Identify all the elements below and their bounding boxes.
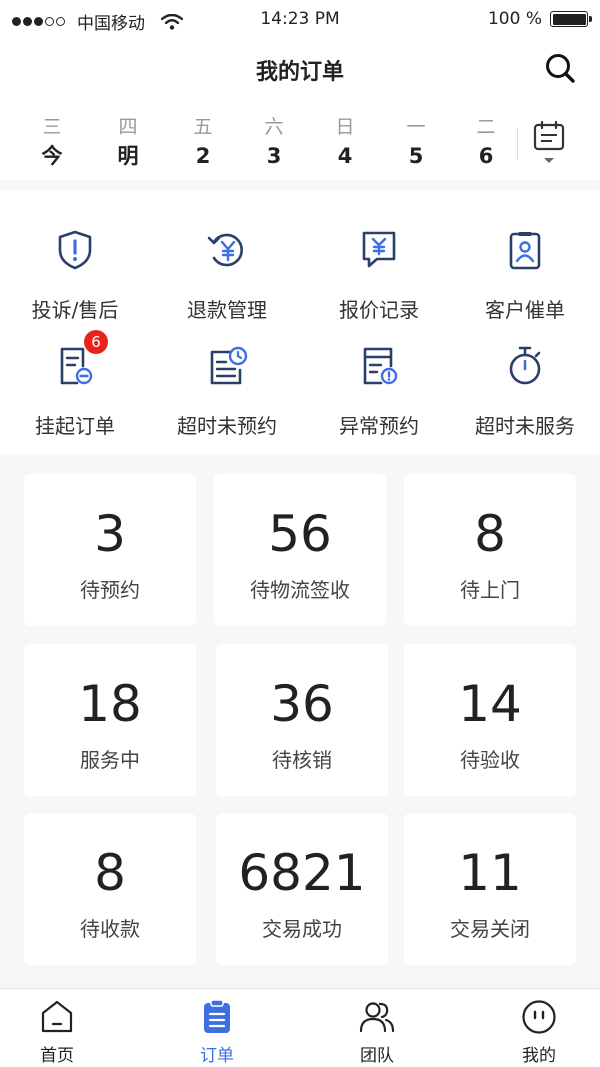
- quick-action-label: 挂起订单: [35, 414, 115, 438]
- stat-card[interactable]: 56 待物流签收: [214, 474, 386, 626]
- quick-action-suspended[interactable]: 挂起订单: [0, 328, 150, 438]
- tab-home[interactable]: 首页: [7, 989, 107, 1067]
- notification-badge: 6: [84, 330, 108, 354]
- stat-value: 36: [270, 675, 334, 733]
- stat-label: 待验收: [460, 748, 520, 772]
- calendar-icon[interactable]: [530, 120, 570, 170]
- quick-action-timeout-service[interactable]: 超时未服务: [450, 328, 600, 438]
- date-item[interactable]: 六 3: [244, 114, 304, 172]
- quote-icon: [362, 231, 396, 268]
- tab-orders[interactable]: 订单: [167, 989, 267, 1067]
- tab-profile[interactable]: 我的: [489, 989, 589, 1067]
- quick-action-label: 超时未预约: [177, 414, 277, 438]
- quick-action-label: 报价记录: [339, 298, 419, 322]
- stat-card[interactable]: 6821 交易成功: [216, 813, 388, 965]
- quick-action-abnormal[interactable]: 异常预约: [304, 328, 454, 438]
- stat-card[interactable]: 14 待验收: [404, 644, 576, 796]
- quick-action-refund[interactable]: 退款管理: [152, 212, 302, 322]
- tab-label: 订单: [200, 1046, 234, 1066]
- timeout-schedule-icon: [210, 346, 248, 385]
- status-right: 100 %: [487, 9, 592, 29]
- stat-label: 待核销: [272, 748, 332, 772]
- quick-action-label: 退款管理: [187, 298, 267, 322]
- date-item[interactable]: 二 6: [456, 114, 516, 172]
- stat-label: 待物流签收: [250, 578, 350, 602]
- date-divider: [517, 128, 518, 160]
- stat-card[interactable]: 36 待核销: [216, 644, 388, 796]
- nav-bar: 我的订单: [0, 40, 600, 98]
- order-clipboard-icon: [204, 999, 230, 1033]
- quick-action-timeout-schedule[interactable]: 超时未预约: [152, 328, 302, 438]
- quick-action-quote[interactable]: 报价记录: [304, 212, 454, 322]
- status-bar: 中国移动 14:23 PM 100 %: [0, 0, 600, 40]
- tab-bar: 首页 订单 团队 我的: [0, 988, 600, 1067]
- quick-action-complaint[interactable]: 投诉/售后: [0, 212, 150, 322]
- stat-value: 11: [458, 844, 522, 902]
- abnormal-schedule-icon: [363, 347, 398, 385]
- stat-label: 待上门: [460, 578, 520, 602]
- quick-actions-panel: 投诉/售后 退款管理 报价记录 客户催单 挂起订单 超时未预约 异常预约 超时未…: [0, 190, 600, 454]
- customer-badge-icon: [509, 232, 541, 270]
- date-item[interactable]: 五 2: [173, 114, 233, 172]
- stat-label: 交易关闭: [450, 917, 530, 941]
- date-item[interactable]: 日 4: [315, 114, 375, 172]
- profile-face-icon: [522, 1000, 556, 1034]
- stat-value: 8: [94, 844, 126, 902]
- stat-value: 6821: [238, 844, 366, 902]
- stat-label: 待预约: [80, 578, 140, 602]
- shield-alert-icon: [58, 230, 92, 270]
- stat-card[interactable]: 8 待收款: [24, 813, 196, 965]
- quick-action-label: 投诉/售后: [31, 298, 119, 322]
- search-icon[interactable]: [542, 50, 578, 86]
- date-item[interactable]: 四 明: [98, 114, 158, 172]
- quick-action-urge[interactable]: 客户催单: [450, 212, 600, 322]
- stat-label: 待收款: [80, 917, 140, 941]
- stat-card[interactable]: 18 服务中: [24, 644, 196, 796]
- quick-action-label: 超时未服务: [475, 414, 575, 438]
- stopwatch-icon: [509, 346, 541, 385]
- stat-card[interactable]: 3 待预约: [24, 474, 196, 626]
- stat-card[interactable]: 8 待上门: [404, 474, 576, 626]
- stat-card[interactable]: 11 交易关闭: [404, 813, 576, 965]
- team-icon: [359, 1002, 395, 1033]
- home-icon: [41, 1000, 73, 1033]
- date-item[interactable]: 三 今: [22, 114, 82, 172]
- stat-value: 14: [458, 675, 522, 733]
- date-strip: 三 今 四 明 五 2 六 3 日 4 一 5 二 6: [0, 98, 600, 180]
- quick-action-label: 客户催单: [485, 298, 565, 322]
- battery-icon: [550, 11, 592, 27]
- stat-label: 服务中: [80, 748, 140, 772]
- quick-action-label: 异常预约: [339, 414, 419, 438]
- tab-label: 我的: [522, 1046, 556, 1066]
- stat-label: 交易成功: [262, 917, 342, 941]
- tab-label: 首页: [40, 1046, 74, 1066]
- stat-value: 3: [94, 505, 126, 563]
- stat-value: 8: [474, 505, 506, 563]
- refund-icon: [207, 233, 243, 267]
- stat-value: 56: [268, 505, 332, 563]
- date-item[interactable]: 一 5: [386, 114, 446, 172]
- tab-label: 团队: [360, 1046, 394, 1066]
- tab-team[interactable]: 团队: [327, 989, 427, 1067]
- page-title: 我的订单: [255, 60, 344, 85]
- battery-percent: 100 %: [487, 9, 542, 29]
- stat-value: 18: [78, 675, 142, 733]
